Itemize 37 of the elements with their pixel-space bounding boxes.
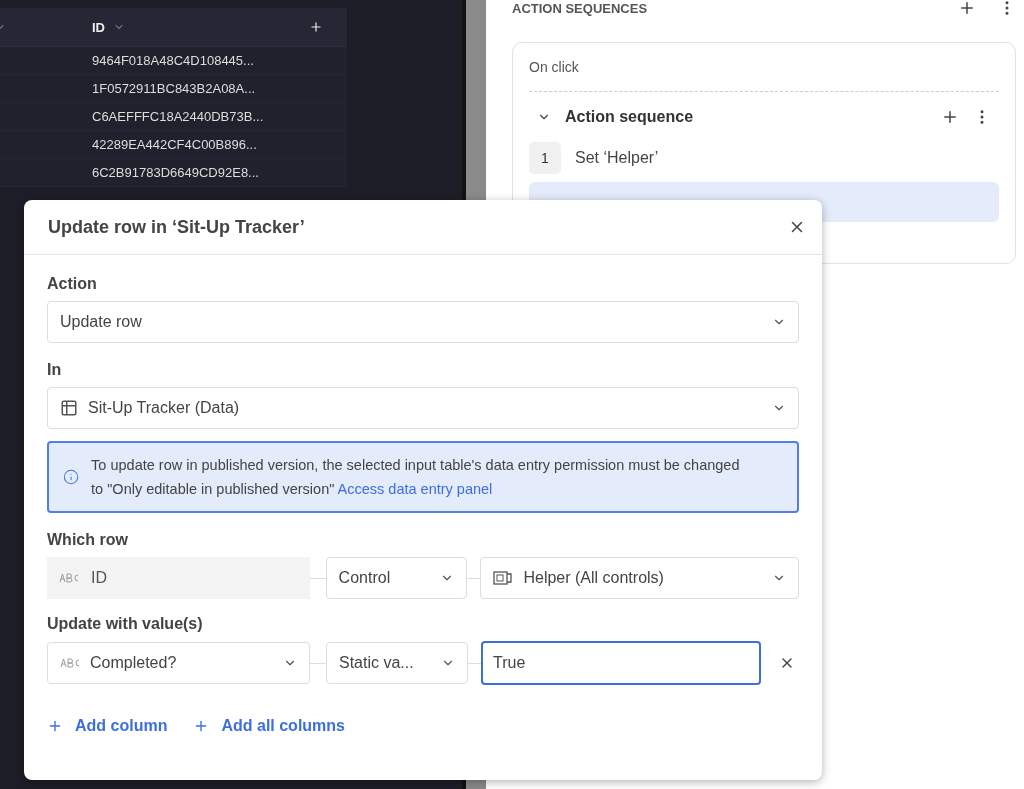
dialog-title: Update row in ‘Sit-Up Tracker’ [48, 216, 306, 238]
step-label: Set ‘Helper’ [575, 149, 659, 167]
source-select[interactable]: Static va... [326, 642, 468, 684]
add-column-link[interactable]: Add all columns [193, 717, 345, 735]
field-label: Update with value(s) [47, 615, 204, 633]
table-cell-text: 6C2B91783D6649CD92E8... [91, 165, 260, 180]
trigger-label: On click [529, 59, 579, 75]
column-header[interactable]: ID [92, 19, 105, 35]
text-type-icon [59, 573, 79, 583]
control-icon [493, 570, 514, 586]
table-cell-text: 1F0572911BC843B2A08A... [91, 81, 257, 96]
column-select[interactable]: Completed? [47, 642, 310, 684]
table-select[interactable]: Sit-Up Tracker (Data) [47, 387, 799, 429]
panel-title: ACTION SEQUENCES [512, 0, 649, 16]
info-text: To update row in published version, the selected input table's data entry permission must be changed to "Only editable in published version" Access data entry panel [91, 456, 741, 499]
field-label: Action [47, 275, 98, 293]
control-select[interactable]: Helper (All controls) [480, 557, 799, 599]
add-icon[interactable] [958, 0, 976, 17]
value-input[interactable]: True [481, 641, 761, 685]
table-cell-text: 42289EA442CF4C00B896... [91, 137, 258, 152]
table-icon [60, 399, 78, 417]
add-column-icon[interactable] [309, 20, 323, 34]
field-label: In [47, 361, 63, 379]
source-select[interactable]: Control [325, 557, 468, 599]
text-type-icon [60, 658, 80, 668]
panel-link[interactable]: Access data entry panel [337, 481, 493, 497]
action-select[interactable]: Update row [47, 301, 799, 343]
field-label: Which row [47, 531, 129, 549]
plus-icon [47, 718, 63, 734]
column-field: ID [47, 557, 310, 599]
table-cell-text: 9464F018A48C4D108445... [91, 53, 255, 68]
sequence-title: Action sequence [565, 108, 695, 126]
add-icon[interactable] [941, 108, 959, 126]
step-row[interactable]: 1 Set ‘Helper’ [529, 138, 999, 178]
table-cell-text: C6AEFFFC18A2440DB73B... [91, 109, 265, 124]
step-number: 1 [529, 142, 561, 174]
add-column-link[interactable]: Add column [47, 717, 168, 735]
